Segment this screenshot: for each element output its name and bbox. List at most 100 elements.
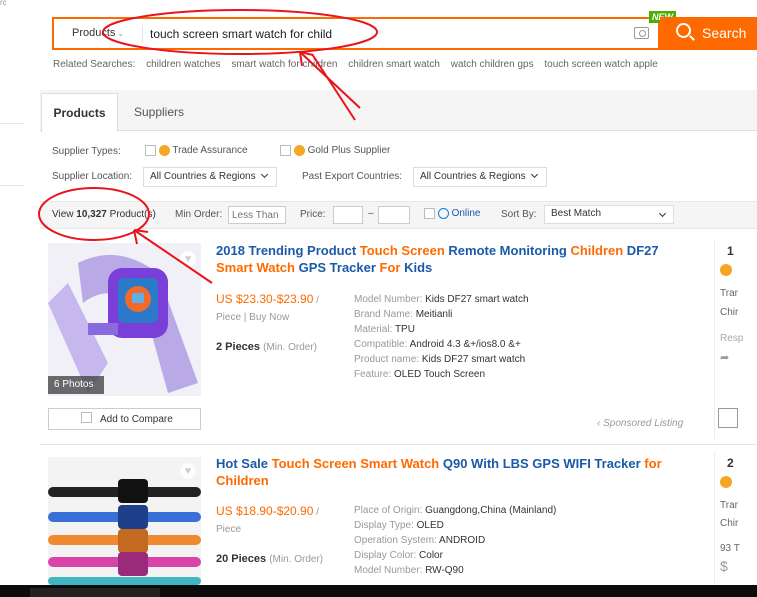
price-min-input[interactable] (333, 206, 363, 224)
price-value: US $18.90-$20.90 (216, 504, 314, 518)
min-order: 20 Pieces (Min. Order) (216, 553, 323, 565)
attr-value: RW-Q90 (425, 565, 464, 576)
sort-value: Best Match (551, 208, 602, 219)
related-link[interactable]: touch screen watch apple (544, 59, 657, 70)
supplier-location-label: Supplier Location: (52, 171, 133, 182)
min-order: 2 Pieces (Min. Order) (216, 341, 317, 353)
attr-key: Place of Origin: (354, 505, 426, 516)
attr-key: Brand Name: (354, 309, 416, 320)
shield-icon (158, 145, 170, 156)
chat-icon (437, 208, 449, 219)
gold-supplier-icon (720, 476, 732, 488)
product-unit: Piece | Buy Now (216, 312, 290, 323)
attr-value: ANDROID (439, 535, 486, 546)
title-text: GPS Tracker (294, 260, 380, 275)
gold-plus-filter[interactable]: Gold Plus Supplier (280, 145, 390, 156)
chevron-down-icon: ⌄ (117, 29, 125, 38)
camera-icon[interactable] (634, 27, 649, 39)
search-input[interactable] (150, 26, 620, 42)
attr-value: Kids DF27 smart watch (425, 294, 529, 305)
online-filter[interactable]: Online (424, 208, 480, 219)
product-title[interactable]: Hot Sale Touch Screen Smart Watch Q90 Wi… (216, 455, 686, 489)
product-attributes: Model Number: Kids DF27 smart watch Bran… (354, 292, 529, 382)
category-divider (142, 25, 143, 43)
price-max-input[interactable] (378, 206, 410, 224)
left-divider (0, 185, 25, 186)
title-keyword: Children (570, 243, 624, 258)
sort-label: Sort By: (501, 209, 537, 220)
trade-assurance-label: Trade Assurance (172, 145, 248, 157)
title-keyword: Children (216, 473, 269, 488)
title-text: Remote Monitoring (444, 243, 571, 258)
sort-dropdown[interactable]: Best Match (544, 205, 674, 224)
related-link[interactable]: children smart watch (348, 59, 440, 70)
title-keyword: Smart Watch (360, 456, 440, 471)
sponsored-listing[interactable]: ‹ Sponsored Listing (597, 418, 683, 429)
chevron-down-icon (260, 170, 268, 179)
related-link[interactable]: children watches (146, 59, 220, 70)
past-export-dropdown[interactable]: All Countries & Regions (413, 167, 547, 187)
top-fragment: rc (0, 0, 7, 7)
result-count: View 10,327 Product(s) (52, 209, 156, 220)
supplier-location-dropdown[interactable]: All Countries & Regions (143, 167, 277, 187)
title-text: Kids (400, 260, 433, 275)
attr-key: Display Color: (354, 550, 420, 561)
price-label: Price: (300, 209, 326, 220)
add-to-compare-button[interactable]: Add to Compare (48, 408, 201, 430)
product-attributes: Place of Origin: Guangdong,China (Mainla… (354, 503, 556, 578)
online-label: Online (451, 208, 481, 220)
category-select[interactable]: Products ⌄ (72, 27, 124, 39)
view-suffix: Product(s) (109, 209, 156, 220)
attr-value: OLED Touch Screen (394, 369, 486, 380)
past-export-label: Past Export Countries: (302, 171, 403, 182)
top-strip (0, 0, 757, 10)
side-years: 1 (727, 244, 734, 258)
min-order-input[interactable] (228, 206, 286, 224)
price-suffix: / (313, 295, 319, 306)
price-suffix: / (313, 507, 319, 518)
title-text: Hot Sale (216, 456, 272, 471)
side-transactions: 93 T (720, 543, 740, 554)
contact-icon[interactable] (718, 408, 738, 428)
search-button[interactable]: Search (660, 17, 757, 50)
attribute-row: Model Number: Kids DF27 smart watch (354, 292, 529, 307)
attribute-row: Place of Origin: Guangdong,China (Mainla… (354, 503, 556, 518)
online-checkbox[interactable] (424, 208, 435, 219)
attr-value: TPU (394, 324, 415, 335)
moq-suffix: (Min. Order) (269, 554, 324, 565)
tab-products[interactable]: Products (41, 93, 118, 132)
product-image[interactable] (48, 457, 201, 585)
attribute-row: Display Color: Color (354, 548, 556, 563)
share-icon[interactable]: ➦ (720, 351, 729, 364)
title-text: Q90 With LBS GPS WIFI Tracker (439, 456, 645, 471)
attribute-row: Model Number: RW-Q90 (354, 563, 556, 578)
attribute-row: Operation System: ANDROID (354, 533, 556, 548)
gold-plus-label: Gold Plus Supplier (307, 145, 391, 157)
tab-suppliers[interactable]: Suppliers (118, 93, 200, 131)
attr-key: Feature: (354, 369, 395, 380)
title-keyword: Touch Screen (271, 456, 357, 471)
title-keyword: Smart Watch (216, 260, 295, 275)
add-to-compare-label: Add to Compare (100, 414, 173, 425)
product-price: US $18.90-$20.90 / (216, 504, 319, 518)
gold-plus-checkbox[interactable] (280, 145, 291, 156)
trade-assurance-checkbox[interactable] (145, 145, 156, 156)
favorite-icon[interactable]: ♥ (180, 251, 196, 267)
photo-count[interactable]: 6 Photos (48, 376, 104, 394)
product-title[interactable]: 2018 Trending Product Touch Screen Remot… (216, 242, 686, 276)
attribute-row: Material: TPU (354, 322, 529, 337)
attr-value: Meitianli (415, 309, 453, 320)
related-searches: Related Searches: children watches smart… (53, 59, 666, 70)
trade-assurance-filter[interactable]: Trade Assurance (145, 145, 248, 156)
attr-key: Material: (354, 324, 395, 335)
moq-suffix: (Min. Order) (263, 342, 318, 353)
related-link[interactable]: watch children gps (451, 59, 534, 70)
side-years: 2 (727, 456, 734, 470)
attr-value: Kids DF27 smart watch (421, 354, 526, 365)
attribute-row: Feature: OLED Touch Screen (354, 367, 529, 382)
related-link[interactable]: smart watch for children (231, 59, 337, 70)
favorite-icon[interactable]: ♥ (180, 463, 196, 479)
title-keyword: Touch Screen (359, 243, 445, 258)
product-image[interactable] (48, 243, 201, 396)
search-icon (676, 23, 691, 38)
